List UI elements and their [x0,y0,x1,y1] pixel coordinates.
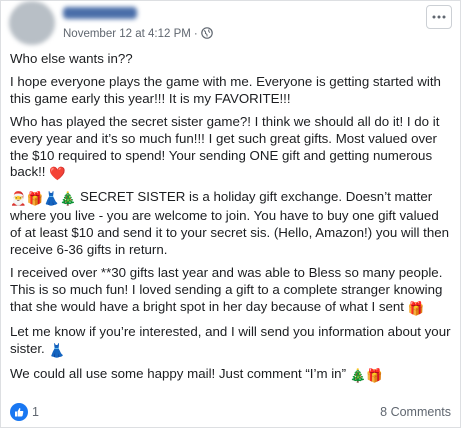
avatar[interactable] [9,1,55,45]
tree-emoji: 🎄 [349,367,367,383]
paragraph-text: Who has played the secret sister game?! … [10,113,440,180]
post-paragraph: I received over **30 gifts last year and… [10,265,453,318]
post-paragraph: Who has played the secret sister game?! … [10,114,453,184]
author-name-redacted[interactable] [63,7,137,19]
paragraph-text: SECRET SISTER is a holiday gift exchange… [10,189,450,258]
post-paragraph: Let me know if you’re interested, and I … [10,324,453,360]
paragraph-text: I hope everyone plays the game with me. … [10,73,441,106]
post-paragraph: I hope everyone plays the game with me. … [10,74,453,108]
post-meta: November 12 at 4:12 PM · [63,27,213,42]
santa-emoji: 🎅 [10,191,27,207]
like-icon[interactable] [10,403,28,421]
post-header: November 12 at 4:12 PM · [9,1,454,49]
paragraph-text: We could all use some happy mail! Just c… [10,365,346,381]
tree-emoji: 🎄 [59,191,77,207]
post-paragraph: Who else wants in?? [10,51,453,68]
gift-emoji: 🎁 [26,191,44,207]
paragraph-text: I received over **30 gifts last year and… [10,264,443,314]
more-options-button[interactable] [426,5,452,29]
post-paragraph: We could all use some happy mail! Just c… [10,366,453,385]
dress-emoji: 👗 [43,191,60,207]
paragraph-text: Let me know if you’re interested, and I … [10,323,451,356]
gift-emoji: 🎁 [407,300,425,316]
dress-emoji: 👗 [48,342,65,358]
heart-emoji: ❤️ [49,166,66,182]
post-body: Who else wants in?? I hope everyone play… [10,51,453,390]
post-timestamp[interactable]: November 12 at 4:12 PM [63,28,191,40]
more-options-icon [432,15,446,19]
post-footer: 1 8 Comments [10,401,451,423]
post-paragraph: 🎅🎁👗🎄 SECRET SISTER is a holiday gift exc… [10,189,453,259]
comments-count[interactable]: 8 Comments [380,405,451,419]
globe-icon [200,27,213,42]
like-count[interactable]: 1 [32,405,39,419]
facebook-post: November 12 at 4:12 PM · Who else wants i… [0,0,461,428]
gift-emoji: 🎁 [366,367,383,383]
meta-separator: · [193,28,198,40]
paragraph-text: Who else wants in?? [10,51,133,66]
